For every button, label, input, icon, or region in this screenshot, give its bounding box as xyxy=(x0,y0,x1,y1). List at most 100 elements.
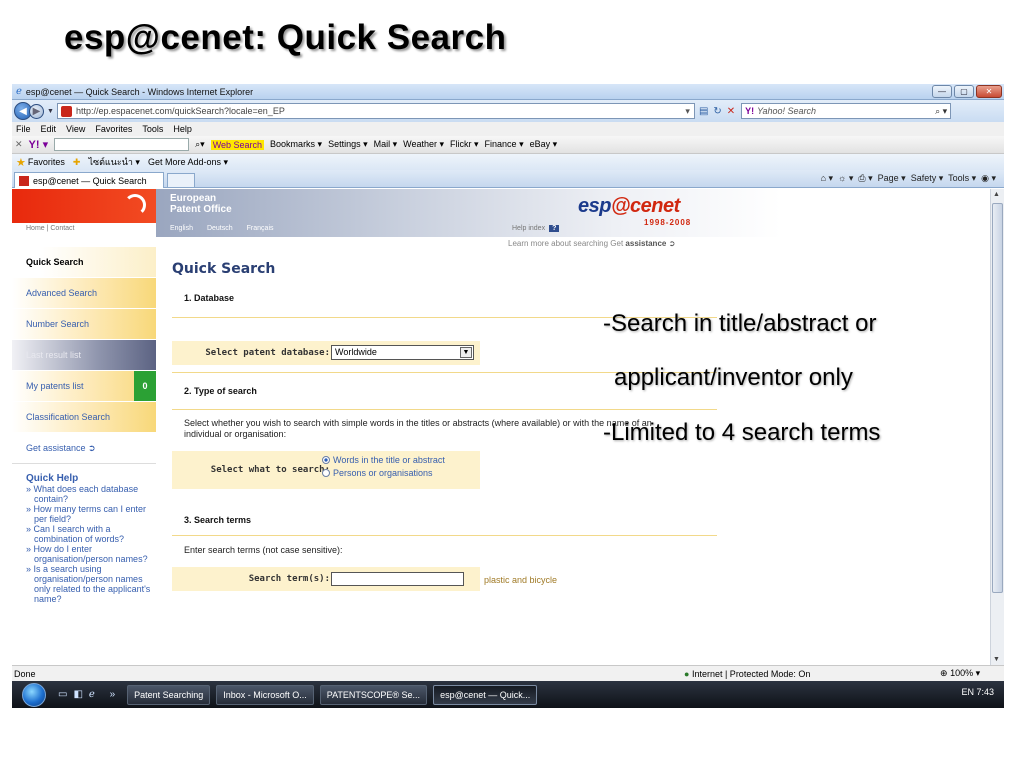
zoom-text: 100% ▾ xyxy=(950,668,981,678)
home-contact-links[interactable]: Home | Contact xyxy=(26,225,75,232)
menu-help[interactable]: Help xyxy=(173,124,192,134)
web-search-button[interactable]: Web Search xyxy=(210,139,265,150)
radio-unselected-icon[interactable] xyxy=(322,469,330,477)
url-field[interactable]: http://ep.espacenet.com/quickSearch?loca… xyxy=(56,103,695,119)
tab-quick-search[interactable]: esp@cenet — Quick Search xyxy=(14,172,164,188)
refresh-icon[interactable]: ↻ xyxy=(713,106,721,117)
toolbar-bookmarks[interactable]: Bookmarks ▾ xyxy=(270,139,322,150)
epo-name-line2: Patent Office xyxy=(170,204,232,215)
taskbar-espacenet[interactable]: esp@cenet — Quick... xyxy=(433,684,538,705)
help-index: Help index? xyxy=(512,225,560,232)
search-input[interactable]: Y! Yahoo! Search ⌕ ▾ xyxy=(741,103,952,119)
scroll-thumb[interactable] xyxy=(992,203,1003,593)
minimize-button[interactable]: — xyxy=(932,85,952,98)
menu-file[interactable]: File xyxy=(16,124,31,134)
logo-cenet: cenet xyxy=(629,195,680,217)
sidebar-item-quick-search[interactable]: Quick Search xyxy=(12,247,156,278)
toolbar-mail[interactable]: Mail ▾ xyxy=(374,139,398,150)
zoom-level[interactable]: ⊕ 100% ▾ xyxy=(940,668,980,679)
favorites-suggested-sites[interactable]: ไซต์แนะนำ ▾ xyxy=(88,155,140,169)
help-icon[interactable]: ◉ ▾ xyxy=(981,173,996,183)
language-links: English Deutsch Français xyxy=(170,225,274,232)
search-terms-label: Search term(s): xyxy=(248,574,330,584)
close-window-button[interactable]: ✕ xyxy=(976,85,1002,98)
command-page[interactable]: Page ▾ xyxy=(878,173,906,183)
forward-button[interactable]: ▶ xyxy=(29,103,44,119)
lang-deutsch[interactable]: Deutsch xyxy=(207,225,233,232)
taskbar-patentscope[interactable]: PATENTSCOPE® Se... xyxy=(319,684,428,705)
favorites-get-addons[interactable]: Get More Add-ons ▾ xyxy=(148,157,228,168)
quick-help: Quick Help » What does each database con… xyxy=(26,474,156,605)
quick-help-item[interactable]: » How many terms can I enter per field? xyxy=(26,504,156,524)
yahoo-search-icon[interactable]: ⌕▾ xyxy=(195,139,205,150)
quick-help-item[interactable]: » How do I enter organisation/person nam… xyxy=(26,544,156,564)
command-safety[interactable]: Safety ▾ xyxy=(911,173,944,183)
toolbar-close-icon[interactable]: ✕ xyxy=(15,139,23,150)
assistance-link[interactable]: assistance ➲ xyxy=(625,239,675,248)
search-type-row: Select what to search: Words in the titl… xyxy=(172,451,480,489)
sidebar-item-label: Number Search xyxy=(26,319,90,329)
scroll-up-icon[interactable]: ▲ xyxy=(993,191,1000,198)
feeds-icon[interactable]: ☼ ▾ xyxy=(838,173,853,183)
history-dropdown-icon[interactable]: ▼ xyxy=(47,108,54,115)
toolbar-weather[interactable]: Weather ▾ xyxy=(403,139,444,150)
radio-selected-icon[interactable] xyxy=(322,456,330,464)
menu-view[interactable]: View xyxy=(66,124,85,134)
lang-english[interactable]: English xyxy=(170,225,193,232)
radio-words-title-abstract[interactable]: Words in the title or abstract xyxy=(322,454,445,467)
command-tools[interactable]: Tools ▾ xyxy=(948,173,976,183)
start-button[interactable] xyxy=(22,682,46,707)
epo-name-line1: European xyxy=(170,193,217,204)
url-text: http://ep.espacenet.com/quickSearch?loca… xyxy=(75,106,285,116)
toolbar-flickr[interactable]: Flickr ▾ xyxy=(450,139,479,150)
yahoo-search-input[interactable] xyxy=(54,138,190,151)
section-divider xyxy=(172,409,717,410)
toolbar-ebay[interactable]: eBay ▾ xyxy=(530,139,558,150)
sidebar-item-advanced-search[interactable]: Advanced Search xyxy=(12,278,156,309)
sidebar-item-classification-search[interactable]: Classification Search xyxy=(12,402,156,433)
scroll-down-icon[interactable]: ▼ xyxy=(993,656,1000,663)
sidebar-item-number-search[interactable]: Number Search xyxy=(12,309,156,340)
url-dropdown-icon[interactable]: ▾ xyxy=(685,106,694,117)
quick-help-item[interactable]: » Can I search with a combination of wor… xyxy=(26,524,156,544)
stop-icon[interactable]: ✕ xyxy=(727,106,735,117)
favorites-button[interactable]: Favorites xyxy=(28,157,65,167)
toolbar-finance[interactable]: Finance ▾ xyxy=(485,139,524,150)
slide-title: esp@cenet: Quick Search xyxy=(64,18,507,57)
sidebar-item-label: Advanced Search xyxy=(26,288,98,298)
toolbar-settings[interactable]: Settings ▾ xyxy=(328,139,368,150)
database-select[interactable]: Worldwide ▼ xyxy=(331,345,474,360)
add-favorite-icon[interactable]: ✚ xyxy=(73,157,81,168)
help-question-icon[interactable]: ? xyxy=(549,225,560,232)
menu-tools[interactable]: Tools xyxy=(142,124,163,134)
quick-launch-icons[interactable]: ▭◧ℯ » xyxy=(58,689,121,700)
new-tab-button[interactable] xyxy=(167,173,195,188)
globe-icon: ● xyxy=(684,668,690,679)
search-icon[interactable]: ⌕ ▾ xyxy=(935,106,950,117)
menu-favorites[interactable]: Favorites xyxy=(95,124,132,134)
radio-persons-organisations[interactable]: Persons or organisations xyxy=(322,467,445,480)
menu-edit[interactable]: Edit xyxy=(41,124,57,134)
type-description: Select whether you wish to search with s… xyxy=(184,418,652,439)
lang-francais[interactable]: Français xyxy=(247,225,274,232)
quick-help-item[interactable]: » What does each database contain? xyxy=(26,484,156,504)
page-scrollbar[interactable]: ▲ ▼ xyxy=(990,189,1004,665)
taskbar-patent-searching[interactable]: Patent Searching xyxy=(127,684,211,705)
quick-help-item[interactable]: » Is a search using organisation/person … xyxy=(26,564,156,604)
callout-line-2: applicant/inventor only xyxy=(614,364,853,391)
section-database-heading: 1. Database xyxy=(184,293,235,303)
yahoo-logo-icon[interactable]: Y! ▾ xyxy=(29,138,49,151)
radio-persons-label: Persons or organisations xyxy=(333,468,433,478)
page-title: Quick Search xyxy=(172,261,276,277)
help-index-link[interactable]: Help index xyxy=(512,225,545,232)
search-terms-input[interactable] xyxy=(331,572,464,586)
sidebar-item-get-assistance[interactable]: Get assistance ➲ xyxy=(12,433,156,464)
sidebar-item-my-patents-list[interactable]: My patents list 0 xyxy=(12,371,156,402)
rss-icon[interactable]: ▤ xyxy=(699,106,708,117)
print-icon[interactable]: ⎙ ▾ xyxy=(858,173,872,183)
home-icon[interactable]: ⌂ ▾ xyxy=(821,173,833,183)
maximize-button[interactable]: ▢ xyxy=(954,85,974,98)
taskbar-inbox[interactable]: Inbox - Microsoft O... xyxy=(216,684,314,705)
section-divider xyxy=(172,535,717,536)
chevron-down-icon[interactable]: ▼ xyxy=(460,347,472,358)
